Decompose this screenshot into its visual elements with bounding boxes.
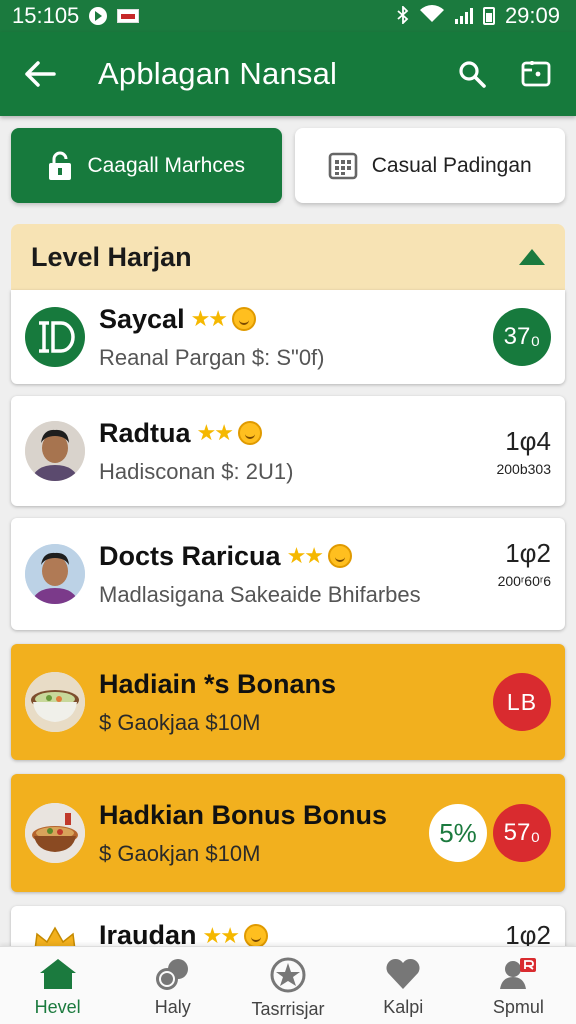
home-icon bbox=[39, 959, 76, 989]
nav-item-haly[interactable]: Haly bbox=[115, 947, 230, 1024]
smiley-icon bbox=[237, 421, 262, 445]
avatar bbox=[25, 421, 85, 481]
chat-icon bbox=[155, 959, 188, 990]
person-photo-icon bbox=[25, 544, 85, 604]
mode-tabs: Caagall Marhces Casual Padingan bbox=[11, 128, 565, 203]
nav-label: Spmul bbox=[492, 997, 544, 1017]
search-icon bbox=[459, 61, 486, 88]
nav-item-kalpi[interactable]: Kalpi bbox=[346, 947, 461, 1024]
item-title-row: Docts Raricua ★★ bbox=[99, 541, 498, 572]
item-title: Docts Raricua bbox=[99, 540, 281, 571]
bonus-item[interactable]: Hadiain *s Bonans $ Gaokjaa $10M LB bbox=[11, 644, 565, 760]
item-right-values: 1φ2 200ʳ60ʳ6 bbox=[498, 538, 551, 589]
item-subtitle: $ Gaokjan $10M bbox=[99, 840, 261, 866]
play-store-icon bbox=[89, 7, 108, 25]
smiley-icon bbox=[328, 544, 353, 568]
logo-icon bbox=[39, 321, 75, 353]
tab-label: Casual Padingan bbox=[371, 153, 532, 177]
item-rank-detail: 200b303 bbox=[496, 460, 551, 477]
item-subtitle: Reanal Pargan $: S"0f) bbox=[99, 344, 325, 370]
item-body: Hadiain *s Bonans $ Gaokjaa $10M bbox=[99, 669, 493, 736]
lock-icon bbox=[49, 151, 72, 180]
item-rank-detail: 200ʳ60ʳ6 bbox=[497, 572, 551, 589]
nav-label: Kalpi bbox=[383, 997, 424, 1017]
item-title-row: Saycal ★★ bbox=[99, 304, 493, 335]
item-subtitle: Madlasigana Sakeaide Bhifarbes bbox=[99, 581, 421, 607]
app-root: 15:105 29:09 Apblagan Nansal Caagall Mar… bbox=[0, 0, 576, 1024]
status-time: 15:105 bbox=[12, 3, 80, 28]
battery-icon bbox=[482, 7, 495, 25]
calendar-icon bbox=[328, 152, 358, 179]
stars-icon: ★★ bbox=[202, 922, 240, 948]
tab-casual-padingan[interactable]: Casual Padingan bbox=[294, 128, 565, 203]
profile-icon bbox=[500, 958, 537, 989]
status-bar: 15:105 29:09 bbox=[0, 0, 576, 32]
nav-label: Hevel bbox=[34, 997, 81, 1017]
percent-badge: 5% bbox=[429, 804, 487, 862]
score-badge: 37₀ bbox=[493, 308, 551, 366]
exit-icon bbox=[521, 61, 551, 87]
signal-icon bbox=[454, 8, 473, 24]
tab-caagall-marhces[interactable]: Caagall Marhces bbox=[11, 128, 282, 203]
back-button[interactable] bbox=[20, 54, 60, 94]
status-right: 29:09 bbox=[397, 3, 560, 29]
stars-icon: ★★ bbox=[286, 543, 324, 568]
flag-icon bbox=[117, 9, 140, 23]
item-body: Saycal ★★ Reanal Pargan $: S"0f) bbox=[99, 304, 493, 371]
avatar bbox=[25, 307, 85, 367]
list-item[interactable]: Radtua ★★ Hadisconan $: 2U1) 1φ4 200b303 bbox=[11, 396, 565, 506]
collapse-icon[interactable] bbox=[519, 249, 545, 265]
bluetooth-icon bbox=[397, 4, 409, 27]
arrow-back-icon bbox=[25, 61, 56, 87]
wifi-icon bbox=[419, 3, 445, 29]
star-badge-icon bbox=[270, 957, 306, 993]
item-body: Hadkian Bonus Bonus $ Gaokjan $10M bbox=[99, 800, 429, 867]
nav-label: Haly bbox=[154, 997, 191, 1017]
item-body: Radtua ★★ Hadisconan $: 2U1) bbox=[99, 418, 496, 485]
item-title: Radtua bbox=[99, 417, 191, 448]
food-bowl-image bbox=[25, 672, 85, 732]
status-right-time: 29:09 bbox=[504, 3, 560, 28]
avatar bbox=[25, 544, 85, 604]
item-title-row: Radtua ★★ bbox=[99, 418, 496, 449]
heart-icon bbox=[386, 958, 420, 989]
tab-label: Caagall Marhces bbox=[87, 153, 246, 177]
search-button[interactable] bbox=[452, 54, 492, 94]
list-item[interactable]: Docts Raricua ★★ Madlasigana Sakeaide Bh… bbox=[11, 518, 565, 630]
stars-icon: ★★ bbox=[196, 420, 234, 445]
stars-icon: ★★ bbox=[190, 306, 228, 331]
bonus-badge: LB bbox=[493, 673, 551, 731]
nav-item-spmul[interactable]: Spmul bbox=[461, 947, 576, 1024]
item-title: Hadiain *s Bonans bbox=[99, 668, 337, 699]
section-title: Level Harjan bbox=[31, 241, 192, 272]
nav-label: Tasrrisjar bbox=[251, 999, 325, 1019]
exit-button[interactable] bbox=[516, 54, 556, 94]
item-title: Saycal bbox=[99, 303, 185, 334]
smiley-icon bbox=[243, 923, 268, 948]
food-bowl-icon bbox=[25, 803, 85, 863]
nav-item-hevel[interactable]: Hevel bbox=[0, 947, 115, 1024]
app-bar: Apblagan Nansal bbox=[0, 32, 576, 116]
item-rank: 1φ4 bbox=[505, 425, 551, 456]
page-title: Apblagan Nansal bbox=[98, 56, 338, 91]
bonus-item[interactable]: Hadkian Bonus Bonus $ Gaokjan $10M 5% 57… bbox=[11, 774, 565, 892]
person-photo-icon bbox=[25, 421, 85, 481]
bottom-navigation: Hevel Haly Tasrrisjar Kalpi Spmul bbox=[0, 946, 576, 1024]
status-left: 15:105 bbox=[12, 3, 140, 29]
item-rank: 1φ2 bbox=[505, 537, 551, 568]
item-subtitle: $ Gaokjaa $10M bbox=[99, 709, 261, 735]
item-subtitle: Hadisconan $: 2U1) bbox=[99, 458, 294, 484]
section-header[interactable]: Level Harjan bbox=[11, 224, 565, 290]
item-right-values: 1φ4 200b303 bbox=[496, 426, 551, 477]
food-bowl-image bbox=[25, 803, 85, 863]
list-item[interactable]: Saycal ★★ Reanal Pargan $: S"0f) 37₀ bbox=[11, 290, 565, 384]
item-title: Hadkian Bonus Bonus bbox=[99, 799, 388, 830]
smiley-icon bbox=[232, 307, 257, 331]
soup-bowl-icon bbox=[25, 672, 85, 732]
item-body: Docts Raricua ★★ Madlasigana Sakeaide Bh… bbox=[99, 541, 498, 608]
bonus-badge: 57₀ bbox=[493, 804, 551, 862]
nav-item-tasrrisjar[interactable]: Tasrrisjar bbox=[230, 947, 345, 1024]
